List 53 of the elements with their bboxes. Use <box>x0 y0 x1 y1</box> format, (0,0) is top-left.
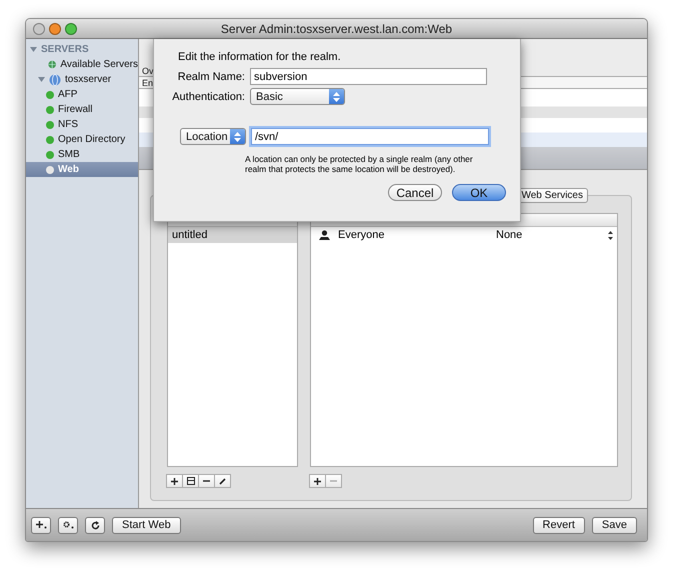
refresh-icon <box>90 520 100 530</box>
tab-label[interactable]: Ov <box>142 66 154 76</box>
duplicate-button[interactable] <box>182 474 199 488</box>
globe-icon <box>48 59 56 70</box>
duplicate-icon <box>186 477 194 485</box>
gear-icon <box>62 521 74 529</box>
table-cell-text: Everyone <box>338 229 386 241</box>
person-icon <box>319 230 330 240</box>
window-title: Server Admin:tosxserver.west.lan.com:Web <box>220 22 454 36</box>
globe-icon <box>49 74 61 86</box>
realm-row[interactable]: untitled <box>168 227 297 243</box>
start-web-button[interactable]: Start Web <box>112 516 181 534</box>
edit-button[interactable] <box>214 474 231 488</box>
save-button[interactable]: Save <box>592 516 637 534</box>
zoom-button[interactable] <box>65 22 77 34</box>
cancel-button[interactable]: Cancel <box>388 184 442 201</box>
location-field[interactable]: /svn/ <box>251 128 489 145</box>
sidebar-item[interactable]: Open Directory <box>26 132 138 147</box>
add-button[interactable] <box>166 474 183 488</box>
sidebar-item[interactable]: Firewall <box>26 102 138 117</box>
action-menu-button[interactable] <box>58 516 78 534</box>
disclosure-triangle-icon[interactable] <box>38 76 45 83</box>
authentication-popup[interactable]: Basic <box>250 88 345 105</box>
ok-button[interactable]: OK <box>452 184 506 201</box>
field-label: Authentication: <box>171 90 245 102</box>
minus-icon <box>330 480 337 482</box>
refresh-button[interactable] <box>85 516 105 534</box>
sidebar-item[interactable]: SMB <box>26 147 138 162</box>
stepper-arrows-icon <box>608 230 613 240</box>
pencil-icon <box>219 478 226 484</box>
plus-icon <box>171 478 178 484</box>
permission-popup[interactable]: None <box>496 229 600 241</box>
realm-name-field[interactable]: subversion <box>250 68 487 85</box>
disclosure-triangle-icon[interactable] <box>30 46 37 53</box>
plus-icon <box>314 478 321 484</box>
sidebar-item[interactable]: NFS <box>26 117 138 132</box>
sidebar-item[interactable]: AFP <box>26 87 138 102</box>
minimize-button[interactable] <box>49 22 61 34</box>
sidebar-item[interactable]: Available Servers <box>26 57 138 72</box>
minus-icon <box>203 480 210 482</box>
plus-icon <box>36 521 46 529</box>
stepper-arrows-icon <box>234 132 241 142</box>
stepper-arrows-icon <box>333 92 340 102</box>
close-button[interactable] <box>33 22 45 34</box>
sidebar-heading: SERVERS <box>41 44 89 55</box>
add-menu-button[interactable] <box>31 516 51 534</box>
sidebar-item[interactable]: tosxserver <box>26 72 138 87</box>
add-button[interactable] <box>309 474 326 488</box>
revert-button[interactable]: Revert <box>532 516 585 534</box>
location-note: A location can only be protected by a single realm (any other realm that protects the same location will be destroyed). <box>245 154 474 174</box>
remove-button[interactable] <box>198 474 215 488</box>
sheet-heading: Edit the information for the realm. <box>178 51 342 63</box>
location-popup[interactable]: Location <box>180 128 246 145</box>
